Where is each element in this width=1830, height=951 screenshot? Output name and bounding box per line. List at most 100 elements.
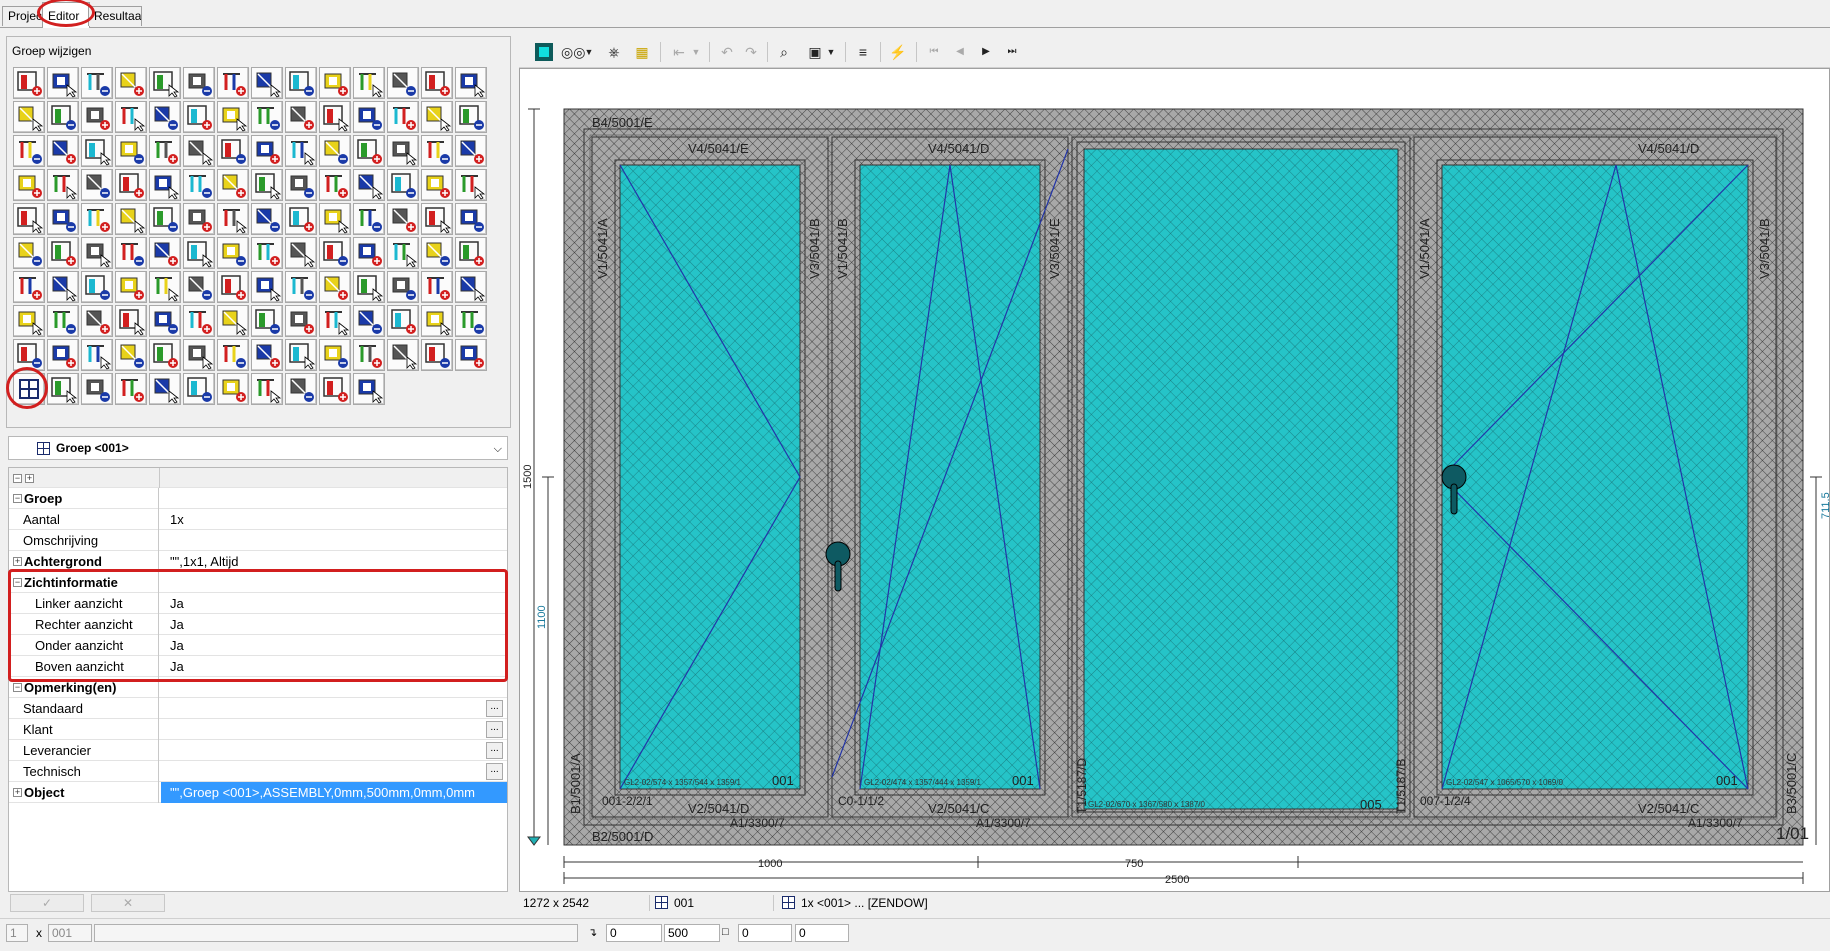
tool-button[interactable] (217, 101, 249, 133)
tool-button[interactable] (217, 237, 249, 269)
tool-button[interactable] (353, 203, 385, 235)
property-row[interactable]: Onder aanzicht Ja (9, 635, 507, 656)
tool-button[interactable] (149, 271, 181, 303)
tool-button[interactable] (81, 101, 113, 133)
property-row[interactable]: Opmerking(en) − (9, 677, 507, 698)
property-row[interactable]: Rechter aanzicht Ja (9, 614, 507, 635)
tool-button[interactable] (285, 169, 317, 201)
property-value[interactable] (161, 530, 507, 551)
tool-button[interactable] (251, 101, 283, 133)
tool-button[interactable] (421, 203, 453, 235)
tool-button[interactable] (149, 169, 181, 201)
tool-button[interactable] (387, 135, 419, 167)
tool-button[interactable] (183, 101, 215, 133)
tool-button[interactable] (455, 101, 487, 133)
tool-button[interactable] (455, 305, 487, 337)
tool-button[interactable] (149, 373, 181, 405)
tool-button[interactable] (81, 339, 113, 371)
tool-button[interactable] (115, 305, 147, 337)
tool-button[interactable] (47, 373, 79, 405)
tool-button[interactable] (81, 67, 113, 99)
tool-button[interactable] (251, 271, 283, 303)
property-value[interactable]: Ja (161, 614, 507, 635)
tool-button[interactable] (285, 203, 317, 235)
size-h-field[interactable]: 0 (795, 924, 849, 942)
ellipsis-button[interactable]: ... (486, 742, 503, 759)
property-row[interactable]: Technisch... (9, 761, 507, 782)
property-value[interactable]: Ja (161, 635, 507, 656)
tool-button[interactable] (13, 135, 45, 167)
tool-button[interactable] (421, 305, 453, 337)
tool-button[interactable] (47, 135, 79, 167)
code-field[interactable]: 001 (48, 924, 92, 942)
fit-width-icon[interactable]: ⇤ (668, 42, 690, 62)
tool-button[interactable] (217, 67, 249, 99)
tool-button[interactable] (13, 271, 45, 303)
next-page-icon[interactable]: ▶ (975, 42, 997, 62)
tool-button[interactable] (183, 169, 215, 201)
tool-button[interactable] (183, 237, 215, 269)
description-field[interactable] (94, 924, 578, 942)
tool-button[interactable] (217, 271, 249, 303)
tool-button[interactable] (183, 271, 215, 303)
property-row[interactable]: Boven aanzicht Ja (9, 656, 507, 677)
tool-button[interactable] (149, 339, 181, 371)
tool-button[interactable] (217, 305, 249, 337)
tool-button[interactable] (149, 101, 181, 133)
property-row[interactable]: Omschrijving (9, 530, 507, 551)
tool-button[interactable] (217, 373, 249, 405)
tool-button[interactable] (81, 169, 113, 201)
tool-button[interactable] (285, 135, 317, 167)
tool-button[interactable] (455, 135, 487, 167)
tool-button[interactable] (47, 101, 79, 133)
tool-button[interactable] (81, 305, 113, 337)
tool-button[interactable] (251, 339, 283, 371)
tool-button[interactable] (285, 339, 317, 371)
tool-button[interactable] (421, 237, 453, 269)
tool-button[interactable] (13, 67, 45, 99)
tool-button[interactable] (251, 203, 283, 235)
property-row[interactable]: Groep − (9, 488, 507, 509)
tool-button[interactable] (47, 203, 79, 235)
property-value[interactable] (161, 572, 507, 593)
size-w-field[interactable]: 0 (738, 924, 792, 942)
select-mode-icon[interactable] (533, 42, 555, 62)
tool-button[interactable] (421, 271, 453, 303)
tool-button[interactable] (13, 203, 45, 235)
property-value[interactable]: Ja (161, 656, 507, 677)
tool-button[interactable] (217, 203, 249, 235)
tool-button[interactable] (183, 67, 215, 99)
tool-button[interactable] (319, 135, 351, 167)
prev-page-icon[interactable]: ◀ (949, 42, 971, 62)
tool-button[interactable] (13, 101, 45, 133)
tool-button[interactable] (47, 339, 79, 371)
view-glasses-icon[interactable]: ◎◎ (561, 42, 585, 62)
cancel-button[interactable]: ✕ (91, 894, 165, 912)
tool-button[interactable] (387, 67, 419, 99)
tool-button[interactable] (421, 169, 453, 201)
tool-button[interactable] (149, 135, 181, 167)
property-value[interactable] (161, 740, 507, 761)
tool-button[interactable] (183, 203, 215, 235)
measure-icon[interactable]: ⎈ (603, 42, 625, 62)
apply-button[interactable]: ✓ (10, 894, 84, 912)
last-page-icon[interactable]: ⏭ (1001, 42, 1023, 62)
property-value[interactable] (161, 719, 507, 740)
ellipsis-button[interactable]: ... (486, 763, 503, 780)
tool-button[interactable] (353, 67, 385, 99)
tool-button[interactable] (183, 339, 215, 371)
collapse-icon[interactable]: − (13, 494, 22, 503)
tool-button[interactable] (353, 373, 385, 405)
tool-button[interactable] (217, 135, 249, 167)
quick-edit-icon[interactable]: ⚡ (887, 42, 909, 62)
property-value[interactable] (161, 761, 507, 782)
tool-button[interactable] (455, 237, 487, 269)
property-row[interactable]: Zichtinformatie − (9, 572, 507, 593)
tool-button[interactable] (149, 305, 181, 337)
tool-button[interactable] (387, 169, 419, 201)
tool-button[interactable] (217, 169, 249, 201)
collapse-icon[interactable]: − (13, 683, 22, 692)
frame-dropdown-chevron-icon[interactable]: ▼ (825, 42, 837, 62)
tool-button[interactable] (319, 271, 351, 303)
tool-button[interactable] (81, 203, 113, 235)
